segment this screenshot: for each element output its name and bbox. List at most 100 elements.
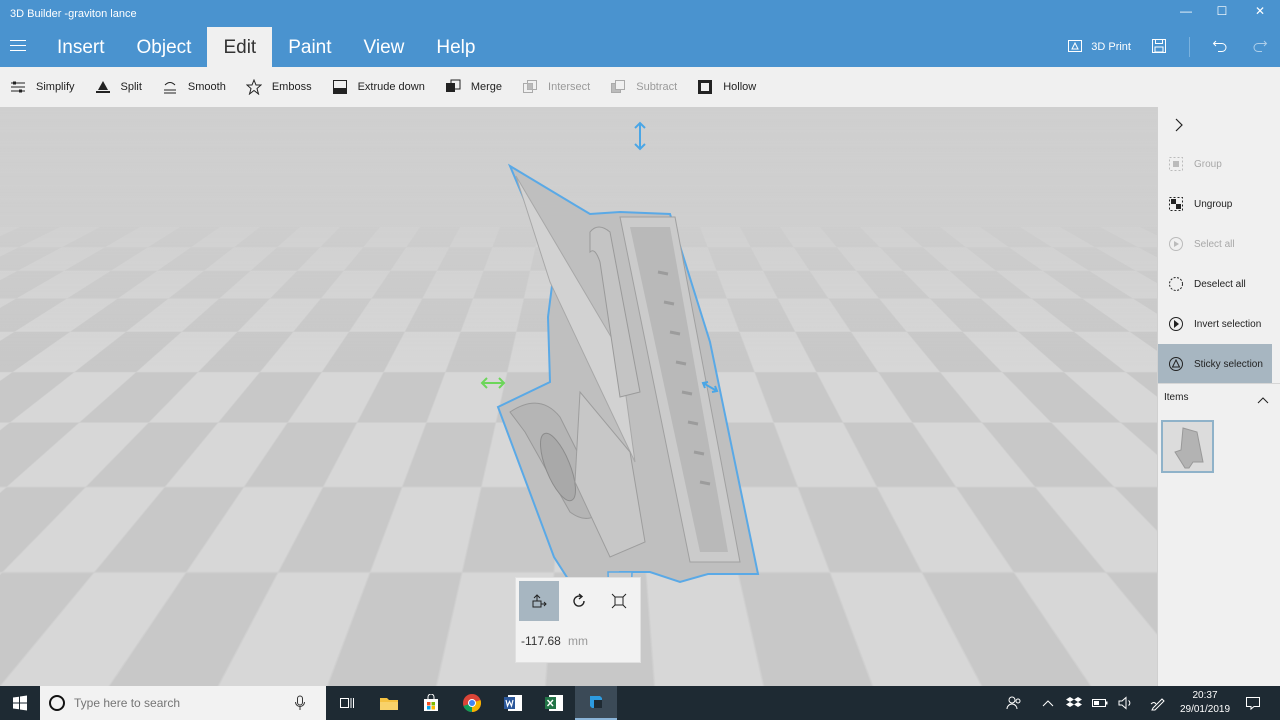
items-heading: Items xyxy=(1164,392,1188,403)
rotate-mode-button[interactable] xyxy=(559,581,599,621)
task-view-icon xyxy=(339,695,355,711)
chevron-up-icon xyxy=(1256,394,1270,406)
collapse-panel-button[interactable] xyxy=(1170,117,1186,133)
taskbar-search[interactable] xyxy=(40,686,326,720)
tab-help[interactable]: Help xyxy=(420,27,491,67)
move-y-arrow-icon[interactable] xyxy=(700,379,720,395)
simplify-button[interactable]: Simplify xyxy=(10,73,75,101)
redo-button[interactable] xyxy=(1252,38,1268,57)
folder-icon xyxy=(379,695,399,711)
invert-selection-button[interactable]: Invert selection xyxy=(1158,304,1272,344)
taskbar-store[interactable] xyxy=(410,686,452,720)
split-label: Split xyxy=(121,81,142,93)
item-thumbnail[interactable] xyxy=(1161,420,1214,473)
extrude-down-button[interactable]: Extrude down xyxy=(332,73,425,101)
scale-mode-button[interactable] xyxy=(599,581,639,621)
hamburger-menu-icon[interactable] xyxy=(10,40,26,52)
merge-icon xyxy=(445,79,461,95)
taskbar-excel[interactable] xyxy=(533,686,575,720)
sticky-selection-label: Sticky selection xyxy=(1194,359,1263,370)
move-mode-button[interactable] xyxy=(519,581,559,621)
window-title: 3D Builder -graviton lance xyxy=(10,8,137,20)
move-vertical-arrow-icon[interactable] xyxy=(632,121,648,151)
cortana-circle-icon xyxy=(48,694,66,712)
menu-tabs: Insert Object Edit Paint View Help xyxy=(41,27,491,67)
close-button[interactable]: ✕ xyxy=(1242,4,1278,22)
deselect-all-button[interactable]: Deselect all xyxy=(1158,264,1272,304)
people-icon[interactable] xyxy=(1006,695,1022,711)
simplify-label: Simplify xyxy=(36,81,75,93)
transform-value-input[interactable]: -117.68 xyxy=(521,634,561,648)
start-button[interactable] xyxy=(0,686,40,720)
volume-icon[interactable] xyxy=(1118,695,1134,711)
tab-paint[interactable]: Paint xyxy=(272,27,347,67)
ungroup-icon xyxy=(1168,196,1184,212)
dropbox-icon[interactable] xyxy=(1066,695,1082,711)
task-view-button[interactable] xyxy=(326,686,368,720)
emboss-label: Emboss xyxy=(272,81,312,93)
pen-ink-icon[interactable] xyxy=(1150,695,1166,711)
minimize-button[interactable]: — xyxy=(1168,4,1204,22)
split-icon xyxy=(95,79,111,95)
tab-insert[interactable]: Insert xyxy=(41,27,121,67)
group-button[interactable]: Group xyxy=(1158,144,1272,184)
ungroup-button[interactable]: Ungroup xyxy=(1158,184,1272,224)
move-x-arrow-icon[interactable] xyxy=(480,375,506,391)
merge-label: Merge xyxy=(471,81,502,93)
taskbar-word[interactable] xyxy=(492,686,534,720)
transform-widget: -117.68 mm xyxy=(515,577,641,663)
redo-icon xyxy=(1252,38,1268,57)
system-clock[interactable]: 20:37 29/01/2019 xyxy=(1177,689,1233,717)
tab-edit[interactable]: Edit xyxy=(207,27,272,67)
emboss-button[interactable]: Emboss xyxy=(246,73,312,101)
save-icon xyxy=(1151,38,1167,57)
items-collapse-button[interactable] xyxy=(1256,393,1270,405)
undo-button[interactable] xyxy=(1212,38,1228,57)
scale-icon xyxy=(611,593,627,609)
hollow-label: Hollow xyxy=(723,81,756,93)
3d-model-graviton-lance[interactable] xyxy=(470,162,790,632)
edit-toolbar: Simplify Split Smooth Emboss Extrude dow… xyxy=(0,67,1280,107)
rotate-icon xyxy=(571,593,587,609)
taskbar-file-explorer[interactable] xyxy=(368,686,410,720)
sticky-selection-icon xyxy=(1168,356,1184,372)
sticky-selection-button[interactable]: Sticky selection xyxy=(1158,344,1272,384)
select-all-button[interactable]: Select all xyxy=(1158,224,1272,264)
smooth-button[interactable]: Smooth xyxy=(162,73,226,101)
word-icon xyxy=(503,693,523,713)
tab-object[interactable]: Object xyxy=(121,27,208,67)
title-bar: 3D Builder -graviton lance — ☐ ✕ Insert … xyxy=(0,0,1280,67)
intersect-button[interactable]: Intersect xyxy=(522,73,590,101)
intersect-icon xyxy=(522,79,538,95)
clock-date: 29/01/2019 xyxy=(1177,703,1233,717)
chevron-up-tray-icon[interactable] xyxy=(1040,695,1056,711)
group-label: Group xyxy=(1194,159,1222,170)
move-icon xyxy=(531,593,547,609)
taskbar-chrome[interactable] xyxy=(451,686,493,720)
toolbar-divider xyxy=(1189,37,1190,57)
subtract-button[interactable]: Subtract xyxy=(610,73,677,101)
tab-view[interactable]: View xyxy=(348,27,421,67)
3d-print-button[interactable]: 3D Print xyxy=(1067,38,1131,57)
subtract-label: Subtract xyxy=(636,81,677,93)
selection-panel: Group Ungroup Select all Deselect all In… xyxy=(1157,107,1280,686)
select-all-label: Select all xyxy=(1194,239,1235,250)
microphone-icon[interactable] xyxy=(294,695,306,711)
deselect-all-icon xyxy=(1168,276,1184,292)
smooth-icon xyxy=(162,79,178,95)
taskbar-3d-builder[interactable] xyxy=(575,686,617,720)
search-input[interactable] xyxy=(74,696,294,710)
notifications-icon[interactable] xyxy=(1245,695,1261,711)
chrome-icon xyxy=(462,693,482,713)
hollow-icon xyxy=(697,79,713,95)
smooth-label: Smooth xyxy=(188,81,226,93)
merge-button[interactable]: Merge xyxy=(445,73,502,101)
split-button[interactable]: Split xyxy=(95,73,142,101)
maximize-button[interactable]: ☐ xyxy=(1204,4,1240,22)
undo-icon xyxy=(1212,38,1228,57)
3d-builder-icon xyxy=(586,692,606,712)
hollow-button[interactable]: Hollow xyxy=(697,73,756,101)
battery-icon[interactable] xyxy=(1092,695,1108,711)
save-button[interactable] xyxy=(1151,38,1167,57)
windows-logo-icon xyxy=(12,695,28,711)
